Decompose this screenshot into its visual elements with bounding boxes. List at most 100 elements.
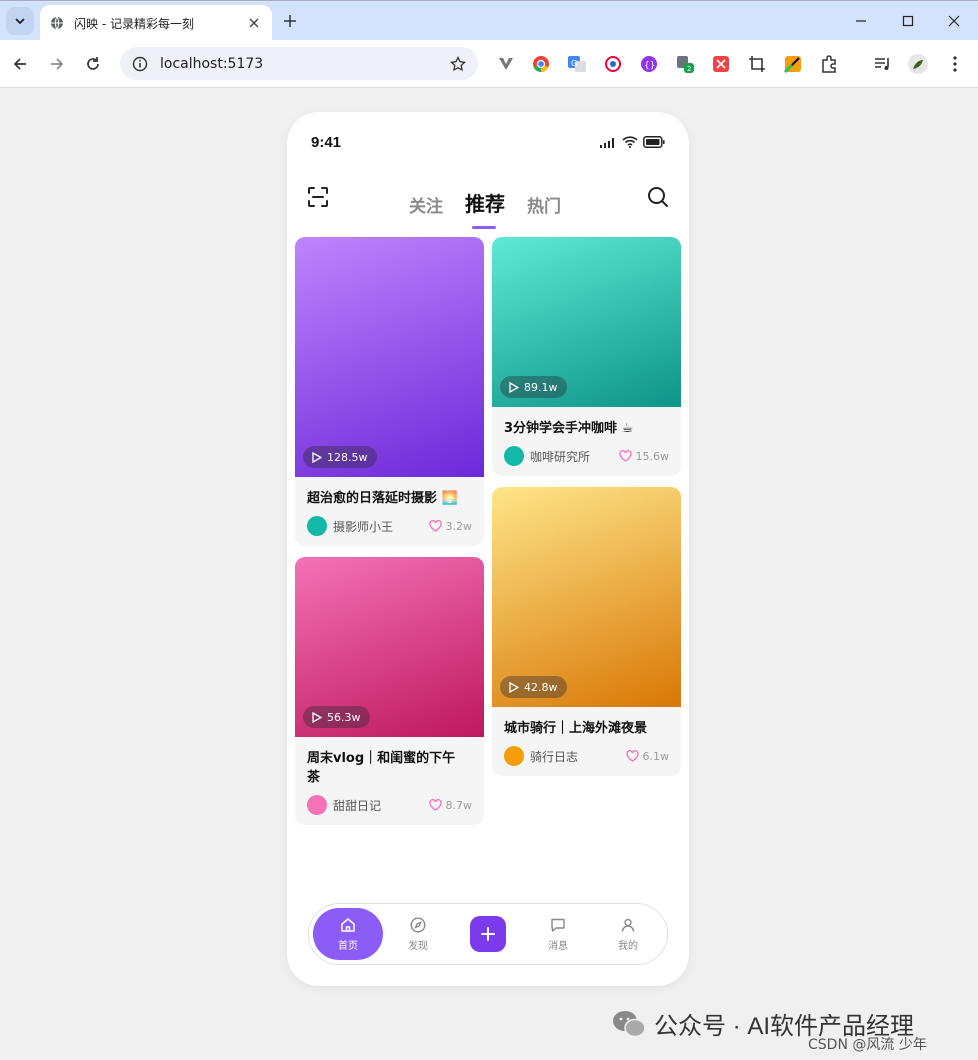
close-icon <box>948 15 960 27</box>
extension-code-icon[interactable]: {} <box>639 54 659 74</box>
video-title: 周末vlog｜和闺蜜的下午茶 <box>307 751 456 785</box>
view-count-badge: 56.3w <box>303 706 370 728</box>
plus-icon <box>481 927 495 941</box>
like-button[interactable]: 15.6w <box>618 449 670 463</box>
nav-discover-label: 发现 <box>408 940 428 952</box>
home-icon <box>341 917 355 932</box>
view-count: 56.3w <box>327 710 361 724</box>
tab-trending[interactable]: 热门 <box>527 192 561 217</box>
status-bar: 9:41 <box>287 112 689 172</box>
view-count: 89.1w <box>524 380 558 394</box>
forward-button[interactable] <box>47 54 67 74</box>
profile-avatar[interactable] <box>908 54 928 74</box>
close-window-button[interactable] <box>944 11 964 31</box>
browser-tab[interactable]: 闪映 - 记录精彩每一刻 <box>40 5 272 41</box>
heart-icon <box>428 799 442 811</box>
author-avatar[interactable] <box>504 446 524 466</box>
video-cover[interactable]: 42.8w <box>492 487 681 707</box>
like-count: 6.1w <box>642 749 670 763</box>
reload-button[interactable] <box>83 54 103 74</box>
play-icon <box>509 381 519 393</box>
nav-profile[interactable]: 我的 <box>593 904 663 964</box>
like-count: 8.7w <box>445 798 473 812</box>
extension-chrome-icon[interactable] <box>531 54 551 74</box>
heart-icon <box>618 450 632 462</box>
url-text: localhost:5173 <box>160 55 264 72</box>
author-name[interactable]: 咖啡研究所 <box>530 448 619 465</box>
globe-icon <box>51 16 63 30</box>
minimize-button[interactable] <box>851 11 871 31</box>
signal-icon <box>600 137 614 148</box>
feed-tabs: 关注 推荐 热门 <box>409 188 561 229</box>
media-queue-icon[interactable] <box>873 54 893 74</box>
extension-tools-icon[interactable] <box>711 54 731 74</box>
like-count: 15.6w <box>635 449 670 463</box>
view-count-badge: 89.1w <box>500 376 567 398</box>
extension-v-icon[interactable] <box>496 54 516 74</box>
extension-badge-icon[interactable]: 2 <box>675 54 695 74</box>
svg-text:G: G <box>571 59 577 68</box>
bottom-nav: 首页 发现 消息 我的 <box>308 903 668 965</box>
status-time: 9:41 <box>311 134 342 151</box>
video-cover[interactable]: 128.5w <box>295 237 484 477</box>
back-button[interactable] <box>10 54 30 74</box>
video-title: 超治愈的日落延时摄影 🌅 <box>307 491 458 506</box>
author-name[interactable]: 骑行日志 <box>530 748 626 765</box>
wechat-icon <box>613 1010 646 1037</box>
video-cover[interactable]: 89.1w <box>492 237 681 407</box>
like-button[interactable]: 3.2w <box>428 520 472 533</box>
author-avatar[interactable] <box>307 795 327 815</box>
address-bar[interactable]: localhost:5173 <box>120 47 478 80</box>
video-card[interactable]: 56.3w 周末vlog｜和闺蜜的下午茶 甜甜日记 8.7w <box>295 557 484 825</box>
phone-frame: 9:41 关注 推荐 热门 128.5w 超治愈的日落延时摄影 🌅 摄影师小王 … <box>287 112 689 986</box>
extensions-puzzle-icon[interactable] <box>819 54 839 74</box>
video-card[interactable]: 89.1w 3分钟学会手冲咖啡 ☕ 咖啡研究所 15.6w <box>492 237 681 476</box>
browser-menu-icon[interactable] <box>945 54 965 74</box>
message-icon <box>551 918 565 932</box>
view-count-badge: 42.8w <box>500 676 567 698</box>
video-card[interactable]: 42.8w 城市骑行｜上海外滩夜景 骑行日志 6.1w <box>492 487 681 776</box>
maximize-icon <box>902 15 914 27</box>
browser-toolbar: localhost:5173 G {} 2 <box>0 40 978 88</box>
extension-color-icon[interactable] <box>783 54 803 74</box>
reload-icon <box>87 57 99 70</box>
play-icon <box>509 681 519 693</box>
video-card[interactable]: 128.5w 超治愈的日落延时摄影 🌅 摄影师小王 3.2w <box>295 237 484 546</box>
author-avatar[interactable] <box>307 516 327 536</box>
like-button[interactable]: 6.1w <box>625 749 670 763</box>
watermark-csdn: CSDN @风流 少年 <box>808 1037 927 1053</box>
close-tab-icon[interactable] <box>246 15 262 31</box>
nav-home[interactable]: 首页 <box>313 908 383 960</box>
nav-discover[interactable]: 发现 <box>383 904 453 964</box>
new-tab-button[interactable] <box>280 11 300 31</box>
author-avatar[interactable] <box>504 746 524 766</box>
nav-messages[interactable]: 消息 <box>523 904 593 964</box>
tab-recommended[interactable]: 推荐 <box>465 188 505 229</box>
heart-icon <box>428 520 442 532</box>
app-header: 关注 推荐 热门 <box>287 180 689 229</box>
heart-icon <box>625 750 639 762</box>
svg-text:2: 2 <box>687 65 691 73</box>
tab-following[interactable]: 关注 <box>409 192 443 217</box>
video-cover[interactable]: 56.3w <box>295 557 484 737</box>
author-name[interactable]: 甜甜日记 <box>333 797 429 814</box>
arrow-right-icon <box>51 58 64 70</box>
play-icon <box>312 711 322 723</box>
user-icon <box>621 918 635 932</box>
search-icon[interactable] <box>647 186 669 208</box>
publish-button[interactable] <box>470 916 506 952</box>
nav-profile-label: 我的 <box>618 940 638 952</box>
tab-search-button[interactable] <box>6 7 34 35</box>
like-button[interactable]: 8.7w <box>428 798 473 812</box>
info-icon[interactable] <box>132 56 148 72</box>
extension-capture-icon[interactable] <box>603 54 623 74</box>
star-icon[interactable] <box>450 55 466 72</box>
author-name[interactable]: 摄影师小王 <box>333 518 429 535</box>
scan-icon[interactable] <box>307 186 329 208</box>
extension-crop-icon[interactable] <box>747 54 767 74</box>
browser-tab-strip: 闪映 - 记录精彩每一刻 <box>0 0 978 41</box>
video-title: 城市骑行｜上海外滩夜景 <box>504 721 648 736</box>
extension-translate-icon[interactable]: G <box>567 54 587 74</box>
maximize-button[interactable] <box>898 11 918 31</box>
wifi-icon <box>622 136 638 148</box>
